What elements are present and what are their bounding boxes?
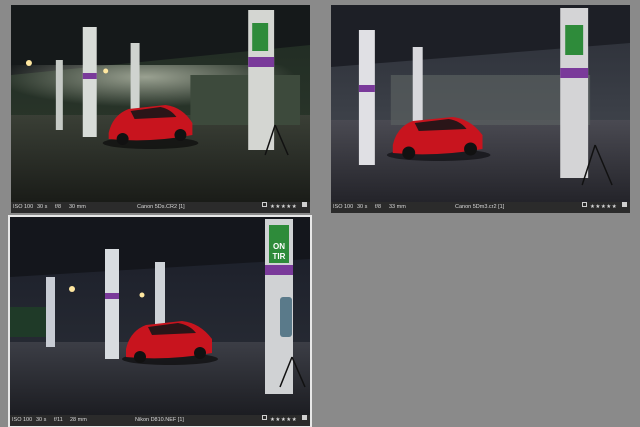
photo-thumbnail[interactable] bbox=[331, 5, 630, 202]
aperture-value: f/11 bbox=[54, 417, 63, 423]
thumbnail-cell-3[interactable]: ON TIR ISO 100 30 s f/11 28 mm Nikon D81… bbox=[8, 215, 312, 427]
gas-station-night-image: ON TIR bbox=[10, 217, 310, 415]
filename: Canon 5Dm3.cr2 [1] bbox=[455, 204, 505, 210]
star-rating[interactable]: ★★★★★ bbox=[270, 415, 297, 426]
select-checkbox-icon[interactable] bbox=[582, 202, 587, 207]
sign-text-tir: TIR bbox=[273, 252, 286, 261]
focal-length-value: 30 mm bbox=[69, 204, 86, 210]
shutter-value: 30 s bbox=[37, 204, 48, 210]
photo-metadata-bar: ISO 100 30 s f/8 30 mm Canon 5Ds.CR2 [1]… bbox=[11, 202, 310, 213]
iso-value: ISO 100 bbox=[12, 417, 33, 423]
filename: Nikon D810.NEF [1] bbox=[135, 417, 184, 423]
menu-square-icon[interactable] bbox=[622, 202, 627, 207]
shutter-value: 30 s bbox=[36, 417, 47, 423]
select-checkbox-icon[interactable] bbox=[262, 202, 267, 207]
star-rating[interactable]: ★★★★★ bbox=[590, 202, 617, 213]
aperture-value: f/8 bbox=[55, 204, 62, 210]
gas-station-night-image bbox=[11, 5, 310, 202]
gas-station-night-image bbox=[331, 5, 630, 202]
focal-length-value: 28 mm bbox=[70, 417, 87, 423]
iso-value: ISO 100 bbox=[333, 204, 354, 210]
star-rating[interactable]: ★★★★★ bbox=[270, 202, 297, 213]
aperture-value: f/8 bbox=[375, 204, 382, 210]
select-checkbox-icon[interactable] bbox=[262, 415, 267, 420]
photo-metadata-bar: ISO 100 30 s f/8 33 mm Canon 5Dm3.cr2 [1… bbox=[331, 202, 630, 213]
iso-value: ISO 100 bbox=[13, 204, 34, 210]
sign-text-on: ON bbox=[273, 242, 285, 251]
photo-thumbnail[interactable] bbox=[11, 5, 310, 202]
thumbnail-cell-2[interactable]: ISO 100 30 s f/8 33 mm Canon 5Dm3.cr2 [1… bbox=[331, 5, 630, 213]
focal-length-value: 33 mm bbox=[389, 204, 406, 210]
thumbnail-cell-1[interactable]: ISO 100 30 s f/8 30 mm Canon 5Ds.CR2 [1]… bbox=[11, 5, 310, 213]
photo-thumbnail[interactable]: ON TIR bbox=[10, 217, 310, 415]
menu-square-icon[interactable] bbox=[302, 415, 307, 420]
menu-square-icon[interactable] bbox=[302, 202, 307, 207]
photo-metadata-bar: ISO 100 30 s f/11 28 mm Nikon D810.NEF [… bbox=[10, 415, 310, 426]
filename: Canon 5Ds.CR2 [1] bbox=[137, 204, 185, 210]
shutter-value: 30 s bbox=[357, 204, 368, 210]
